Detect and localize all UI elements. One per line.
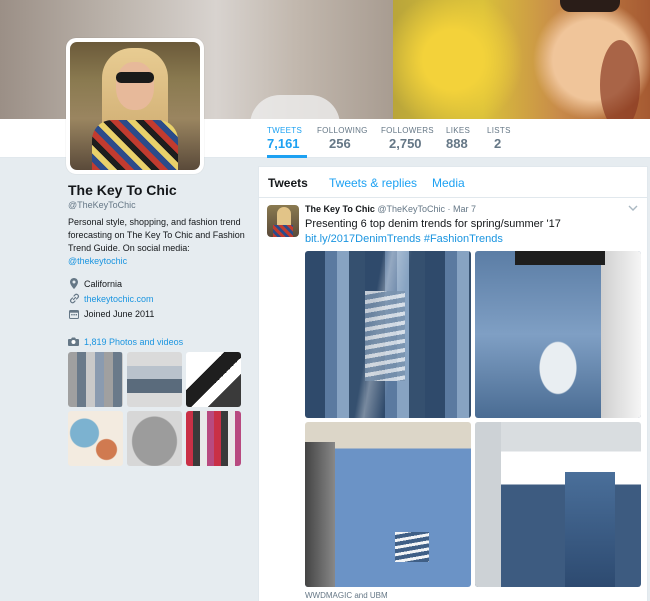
photos-videos-label: 1,819 Photos and videos: [84, 337, 184, 347]
tab-tweets-replies[interactable]: Tweets & replies: [329, 176, 417, 190]
tweet-photo[interactable]: [475, 251, 641, 418]
tweet-body: Presenting 6 top denim trends for spring…: [305, 218, 561, 230]
profile-website: thekeytochic.com: [68, 292, 154, 305]
stat-label: FOLLOWERS: [381, 126, 434, 135]
stat-value: 7,161: [267, 136, 300, 151]
stat-lists[interactable]: LISTS 2: [487, 119, 517, 158]
profile-avatar[interactable]: [66, 38, 204, 174]
tab-media[interactable]: Media: [432, 176, 465, 190]
photos-videos-link[interactable]: 1,819 Photos and videos: [68, 337, 183, 347]
timeline: Tweets Tweets & replies Media The Key To…: [258, 166, 648, 601]
stat-label: TWEETS: [267, 126, 303, 135]
photo-thumbnail[interactable]: [127, 352, 182, 407]
location-text: California: [84, 278, 123, 289]
tweet-author-handle[interactable]: @TheKeyToChic: [377, 204, 445, 214]
tweet-photo[interactable]: [305, 422, 471, 587]
location-pin-icon: [68, 278, 80, 290]
photo-thumbnail[interactable]: [127, 411, 182, 466]
stat-following[interactable]: FOLLOWING 256: [317, 119, 367, 158]
tweet-text: Presenting 6 top denim trends for spring…: [305, 217, 635, 247]
link-icon: [68, 293, 80, 305]
calendar-icon: [68, 308, 80, 320]
stat-value: 256: [329, 136, 351, 151]
bio-text: Personal style, shopping, and fashion tr…: [68, 217, 245, 253]
bio-mention-link[interactable]: @thekeytochic: [68, 256, 127, 266]
stat-value: 2,750: [389, 136, 422, 151]
stat-value: 888: [446, 136, 468, 151]
profile-bio: Personal style, shopping, and fashion tr…: [68, 216, 248, 268]
banner-image-right: [393, 0, 650, 119]
stat-likes[interactable]: LIKES 888: [446, 119, 476, 158]
profile-location: California: [68, 277, 122, 290]
tweet-hashtag-link[interactable]: #FashionTrends: [424, 233, 503, 245]
tweet-date[interactable]: · Mar 7: [448, 204, 477, 214]
media-credit: WWDMAGIC and UBM: [305, 591, 388, 600]
tweet-photo[interactable]: [305, 251, 471, 418]
stat-tweets[interactable]: TWEETS 7,161: [267, 119, 309, 158]
website-link[interactable]: thekeytochic.com: [84, 294, 154, 304]
tweet-author-name[interactable]: The Key To Chic: [305, 204, 375, 214]
photo-grid: [68, 352, 242, 466]
tweet-media-grid: [305, 251, 641, 587]
camera-icon: [68, 337, 80, 347]
stat-label: LISTS: [487, 126, 511, 135]
profile-name[interactable]: The Key To Chic: [68, 182, 177, 198]
stat-followers[interactable]: FOLLOWERS 2,750: [381, 119, 434, 158]
tweet-avatar[interactable]: [267, 205, 299, 237]
photo-thumbnail[interactable]: [68, 352, 123, 407]
tab-tweets[interactable]: Tweets: [268, 176, 308, 190]
timeline-tabs: Tweets Tweets & replies Media: [259, 167, 647, 198]
photo-thumbnail[interactable]: [186, 352, 241, 407]
profile-joined: Joined June 2011: [68, 307, 154, 320]
profile-handle[interactable]: @TheKeyToChic: [68, 200, 136, 210]
photo-thumbnail[interactable]: [186, 411, 241, 466]
stat-value: 2: [494, 136, 502, 151]
photo-thumbnail[interactable]: [68, 411, 123, 466]
avatar-photo: [70, 42, 200, 170]
tweet-header: The Key To Chic @TheKeyToChic · Mar 7: [305, 204, 476, 214]
stat-label: FOLLOWING: [317, 126, 368, 135]
stat-label: LIKES: [446, 126, 471, 135]
chevron-down-icon[interactable]: [627, 203, 639, 215]
joined-text: Joined June 2011: [84, 308, 155, 319]
tweet-photo[interactable]: [475, 422, 641, 587]
tweet-url-link[interactable]: bit.ly/2017DenimTrends: [305, 233, 421, 245]
